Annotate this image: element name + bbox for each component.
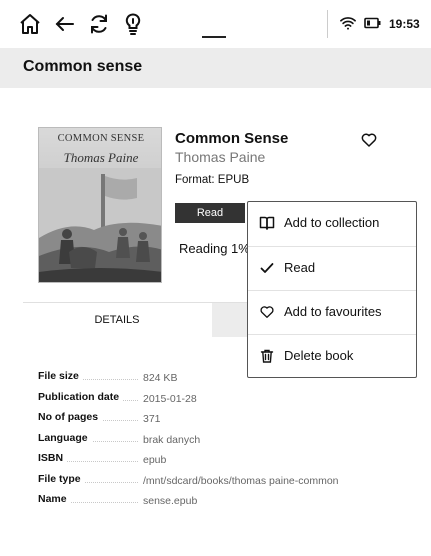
battery-icon <box>364 17 382 29</box>
detail-label: File type <box>38 472 85 485</box>
menu-item-label: Delete book <box>284 348 354 363</box>
detail-row-name: Name sense.epub <box>38 493 418 514</box>
detail-label: File size <box>38 370 83 382</box>
menu-item-label: Read <box>284 260 316 275</box>
page-title: Common sense <box>23 58 143 75</box>
detail-value: brak danych <box>143 433 201 446</box>
back-arrow-icon[interactable] <box>53 12 77 36</box>
detail-value: /mnt/sdcard/books/thomas paine-common <box>143 474 339 487</box>
status-divider <box>327 10 328 38</box>
trash-icon <box>259 348 275 364</box>
detail-row-publication-date: Publication date 2015-01-28 <box>38 390 418 412</box>
detail-value: 2015-01-28 <box>143 392 197 405</box>
heart-icon <box>259 304 275 320</box>
read-button[interactable]: Read <box>175 203 245 223</box>
menu-item-add-to-favourites[interactable]: Add to favourites <box>248 290 416 334</box>
book-cover[interactable]: COMMON SENSE Thomas Paine <box>38 127 162 283</box>
detail-label: No of pages <box>38 411 103 423</box>
detail-row-language: Language brak danych <box>38 431 418 453</box>
pull-down-handle[interactable] <box>202 36 226 38</box>
book-format: Format: EPUB <box>175 174 250 186</box>
wifi-icon <box>339 14 357 32</box>
book-context-menu: Add to collection Read Add to favourites… <box>247 201 417 378</box>
book-title: Common Sense <box>175 130 289 147</box>
menu-item-add-to-collection[interactable]: Add to collection <box>248 202 416 246</box>
lightbulb-icon[interactable] <box>121 12 145 36</box>
home-icon[interactable] <box>18 12 42 36</box>
tab-details[interactable]: DETAILS <box>23 303 211 337</box>
detail-value: sense.epub <box>143 495 198 507</box>
menu-item-label: Add to collection <box>284 215 380 230</box>
status-time: 19:53 <box>389 17 420 31</box>
detail-value: 371 <box>143 413 161 425</box>
cover-title: COMMON SENSE <box>57 133 145 144</box>
detail-value: 824 KB <box>143 372 178 384</box>
favourite-heart-icon[interactable] <box>360 131 378 149</box>
menu-item-delete-book[interactable]: Delete book <box>248 334 416 378</box>
detail-label: ISBN <box>38 452 68 464</box>
detail-row-isbn: ISBN epub <box>38 452 418 473</box>
detail-value: epub <box>143 454 167 466</box>
cover-author: Thomas Paine <box>63 150 139 165</box>
checkmark-icon <box>259 260 275 276</box>
reading-status: Reading 1% <box>179 241 250 256</box>
detail-label: Language <box>38 431 92 444</box>
detail-row-file-type: File type /mnt/sdcard/books/thomas paine… <box>38 472 418 494</box>
menu-item-label: Add to favourites <box>284 304 382 319</box>
detail-label: Publication date <box>38 390 124 403</box>
refresh-icon[interactable] <box>87 12 111 36</box>
title-bar: Common sense <box>0 48 431 88</box>
book-author: Thomas Paine <box>175 149 266 165</box>
cover-illustration <box>39 168 161 282</box>
menu-item-read[interactable]: Read <box>248 246 416 290</box>
status-bar: 19:53 <box>0 0 431 48</box>
detail-label: Name <box>38 493 71 505</box>
detail-row-pages: No of pages 371 <box>38 411 418 432</box>
details-list: File size 824 KB Publication date 2015-0… <box>38 370 418 514</box>
book-icon <box>259 215 275 231</box>
